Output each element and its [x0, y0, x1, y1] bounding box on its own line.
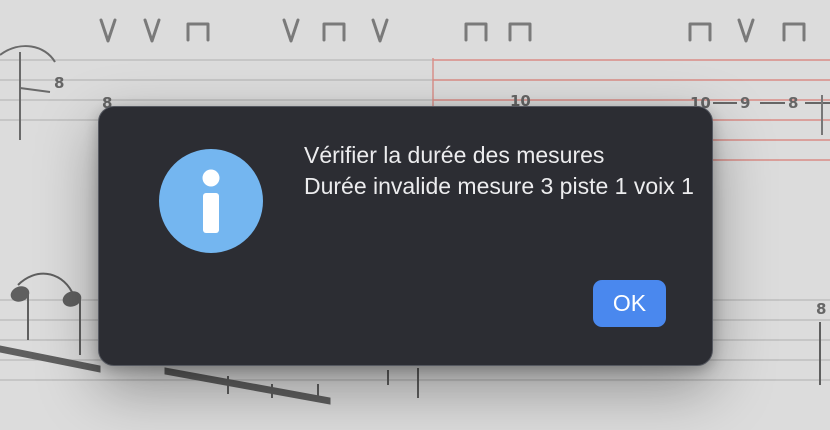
upstroke-mark: [371, 18, 389, 43]
tab-fret-number: 9: [740, 94, 750, 112]
downstroke-mark: [508, 22, 532, 42]
info-icon: [159, 149, 263, 253]
alert-dialog: Vérifier la durée des mesures Durée inva…: [98, 106, 713, 366]
dialog-text: Vérifier la durée des mesures Durée inva…: [304, 140, 694, 202]
downstroke-mark: [464, 22, 488, 42]
downstroke-mark: [782, 22, 806, 42]
upstroke-mark: [143, 18, 161, 43]
upstroke-mark: [99, 18, 117, 43]
tab-fret-number: 8: [54, 74, 64, 92]
ok-button[interactable]: OK: [593, 280, 666, 327]
upstroke-mark: [737, 18, 755, 43]
downstroke-mark: [688, 22, 712, 42]
downstroke-mark: [322, 22, 346, 42]
tab-fret-number: 8: [788, 94, 798, 112]
dialog-message: Durée invalide mesure 3 piste 1 voix 1: [304, 173, 694, 199]
dialog-title: Vérifier la durée des mesures: [304, 142, 605, 168]
tab-fret-number: 8: [816, 300, 826, 318]
downstroke-mark: [186, 22, 210, 42]
upstroke-mark: [282, 18, 300, 43]
